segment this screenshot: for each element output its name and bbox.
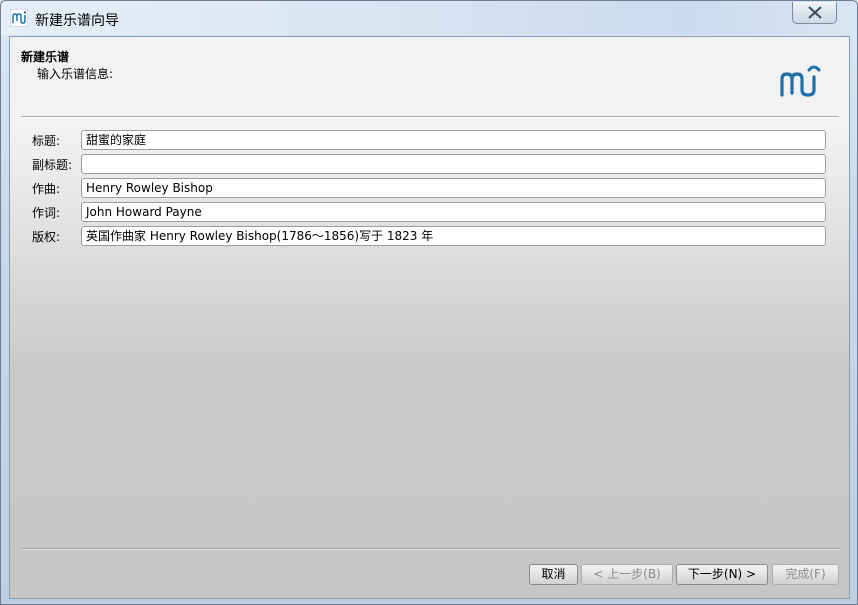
wizard-client-area: 新建乐谱 输入乐谱信息: 标题: 甜蜜的家庭 副标题: 作曲: Henry Ro… (9, 36, 850, 599)
copyright-input[interactable]: 英国作曲家 Henry Rowley Bishop(1786～1856)写于 1… (81, 226, 826, 246)
field-row-lyricist: 作词: John Howard Payne (10, 202, 851, 222)
title-label: 标题: (32, 134, 61, 148)
field-row-title: 标题: 甜蜜的家庭 (10, 130, 851, 150)
footer-separator (21, 548, 839, 550)
page-subtitle: 输入乐谱信息: (37, 67, 114, 81)
field-row-copyright: 版权: 英国作曲家 Henry Rowley Bishop(1786～1856)… (10, 226, 851, 246)
wizard-window: 新建乐谱向导 新建乐谱 输入乐谱信息: 标题: 甜蜜的家庭 副标题: 作曲: H… (0, 0, 858, 605)
close-button[interactable] (792, 2, 837, 24)
lyricist-input[interactable]: John Howard Payne (81, 202, 826, 222)
cancel-button[interactable]: 取消 (529, 564, 578, 585)
finish-button[interactable]: 完成(F) (772, 564, 839, 585)
window-title: 新建乐谱向导 (35, 13, 119, 29)
copyright-label: 版权: (32, 230, 61, 244)
composer-label: 作曲: (32, 182, 61, 196)
musescore-app-icon (10, 9, 28, 27)
title-bar[interactable]: 新建乐谱向导 (1, 1, 857, 35)
title-input[interactable]: 甜蜜的家庭 (81, 130, 826, 150)
subtitle-input[interactable] (81, 154, 826, 174)
field-row-composer: 作曲: Henry Rowley Bishop (10, 178, 851, 198)
close-icon (808, 6, 822, 19)
musescore-logo-icon (780, 65, 821, 97)
lyricist-label: 作词: (32, 206, 61, 220)
next-button[interactable]: 下一步(N) > (676, 564, 768, 585)
composer-input[interactable]: Henry Rowley Bishop (81, 178, 826, 198)
header-separator (21, 116, 839, 118)
field-row-subtitle: 副标题: (10, 154, 851, 174)
page-title: 新建乐谱 (21, 50, 70, 64)
subtitle-label: 副标题: (32, 158, 73, 172)
back-button[interactable]: < 上一步(B) (581, 564, 673, 585)
